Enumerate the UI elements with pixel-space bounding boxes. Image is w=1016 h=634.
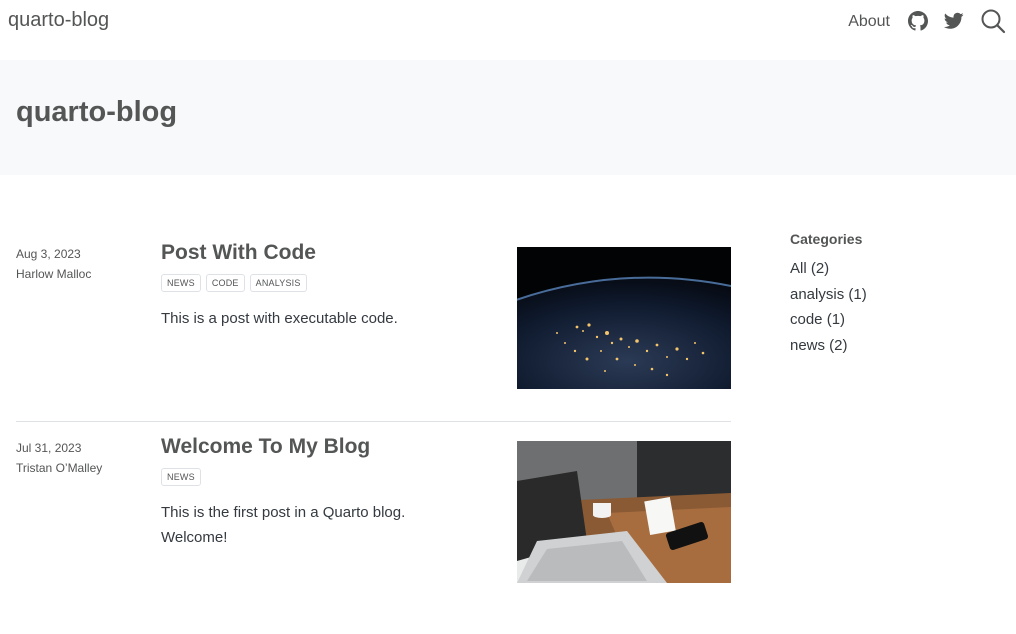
twitter-icon[interactable] — [944, 12, 964, 30]
github-icon[interactable] — [908, 11, 928, 31]
navbar-right: About — [848, 8, 1006, 34]
navbar-brand[interactable]: quarto-blog — [8, 9, 109, 32]
sidebar-title: Categories — [790, 231, 863, 247]
title-banner: quarto-blog — [0, 60, 1016, 175]
post-author: Harlow Malloc — [16, 267, 92, 281]
earth-at-night-image[interactable] — [517, 247, 731, 389]
post-description: This is the first post in a Quarto blog.… — [161, 504, 406, 546]
post-item[interactable]: Jul 31, 2023 Tristan O’Malley Welcome To… — [16, 421, 731, 614]
category-tag-code[interactable]: CODE — [205, 274, 245, 292]
post-date: Aug 3, 2023 — [16, 247, 81, 261]
post-meta: Aug 3, 2023 Harlow Malloc — [16, 244, 146, 284]
post-meta: Jul 31, 2023 Tristan O’Malley — [16, 438, 146, 478]
categories-sidebar: Categories All (2) analysis (1) code (1)… — [790, 231, 990, 358]
post-title[interactable]: Post With Code — [161, 238, 461, 268]
page-title: quarto-blog — [16, 96, 178, 128]
post-title[interactable]: Welcome To My Blog — [161, 432, 461, 462]
post-body: Welcome To My Blog NEWS This is the firs… — [161, 432, 461, 550]
nav-link-about[interactable]: About — [848, 13, 890, 31]
post-body: Post With Code NEWS CODE ANALYSIS This i… — [161, 238, 461, 331]
post-categories: NEWS — [161, 468, 461, 486]
category-tag-analysis[interactable]: ANALYSIS — [249, 274, 307, 292]
post-author: Tristan O’Malley — [16, 461, 103, 475]
search-icon[interactable] — [980, 8, 1006, 34]
post-date: Jul 31, 2023 — [16, 441, 82, 455]
post-categories: NEWS CODE ANALYSIS — [161, 274, 461, 292]
sidebar-category-news[interactable]: news (2) — [790, 333, 990, 359]
sidebar-category-all[interactable]: All (2) — [790, 256, 990, 282]
laptop-desk-image[interactable] — [517, 441, 731, 583]
post-listing: Aug 3, 2023 Harlow Malloc Post With Code… — [16, 228, 731, 614]
post-item[interactable]: Aug 3, 2023 Harlow Malloc Post With Code… — [16, 228, 731, 421]
post-description: This is a post with executable code. — [161, 310, 398, 327]
sidebar-category-code[interactable]: code (1) — [790, 307, 990, 333]
category-tag-news[interactable]: NEWS — [161, 468, 201, 486]
category-tag-news[interactable]: NEWS — [161, 274, 201, 292]
navbar: quarto-blog About — [0, 0, 1016, 44]
sidebar-category-analysis[interactable]: analysis (1) — [790, 282, 990, 308]
